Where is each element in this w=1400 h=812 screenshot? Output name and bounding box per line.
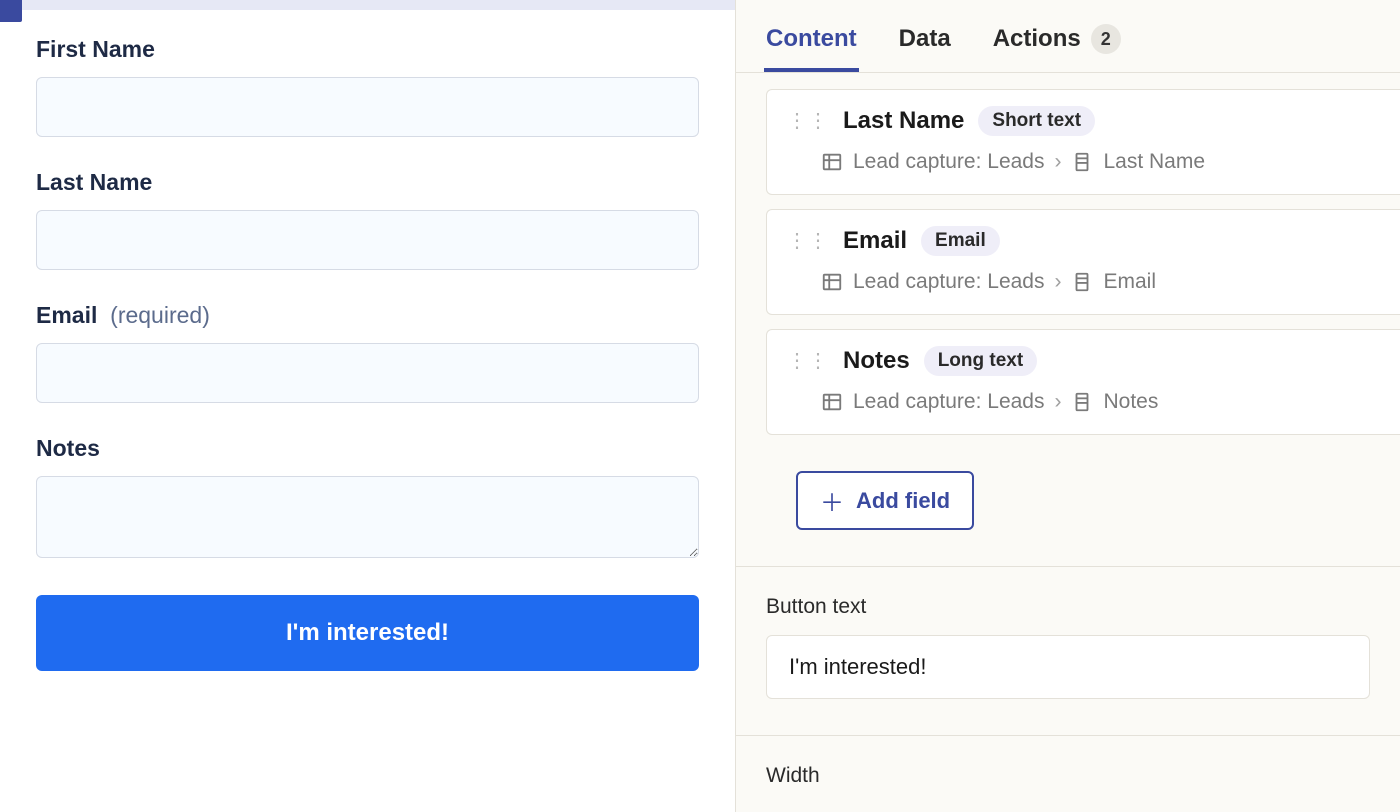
form-preview-pane: First Name Last Name Email (required) No… [0,0,735,812]
drag-handle-icon[interactable]: ⋮⋮ [787,356,829,366]
column-icon [1071,271,1093,293]
field-type-pill: Short text [978,106,1095,136]
card-source: Lead capture: Leads [853,150,1044,174]
card-title: Notes [843,347,910,375]
field-type-pill: Email [921,226,1000,256]
preview-topbar [0,0,735,10]
button-text-label: Button text [766,595,1370,619]
actions-count-badge: 2 [1091,24,1121,54]
field-card-last-name[interactable]: ⋮⋮ Last Name Short text Lead capture: Le… [766,89,1400,195]
first-name-input[interactable] [36,77,699,137]
card-source: Lead capture: Leads [853,270,1044,294]
card-title: Email [843,227,907,255]
config-pane: Content Data Actions 2 ⋮⋮ Last Name Shor… [735,0,1400,812]
chevron-right-icon: › [1054,390,1061,414]
table-icon [821,271,843,293]
chevron-right-icon: › [1054,150,1061,174]
field-label-email: Email (required) [36,302,699,329]
field-label-notes: Notes [36,435,699,462]
plus-icon: ＋ [820,483,844,518]
tab-actions[interactable]: Actions 2 [993,24,1121,72]
notes-textarea[interactable] [36,476,699,558]
column-icon [1071,151,1093,173]
preview-corner-badge [0,0,22,22]
card-title: Last Name [843,107,964,135]
table-icon [821,391,843,413]
field-card-notes[interactable]: ⋮⋮ Notes Long text Lead capture: Leads ›… [766,329,1400,435]
card-column: Notes [1103,390,1158,414]
submit-button[interactable]: I'm interested! [36,595,699,671]
tab-content[interactable]: Content [766,25,857,71]
button-text-input[interactable] [766,635,1370,699]
column-icon [1071,391,1093,413]
field-label-first-name: First Name [36,36,699,63]
drag-handle-icon[interactable]: ⋮⋮ [787,236,829,246]
add-field-button[interactable]: ＋ Add field [796,471,974,530]
table-icon [821,151,843,173]
drag-handle-icon[interactable]: ⋮⋮ [787,116,829,126]
field-cards-list: ⋮⋮ Last Name Short text Lead capture: Le… [736,73,1400,530]
email-input[interactable] [36,343,699,403]
card-column: Email [1103,270,1156,294]
tab-data[interactable]: Data [899,25,951,71]
card-column: Last Name [1103,150,1205,174]
last-name-input[interactable] [36,210,699,270]
field-label-last-name: Last Name [36,169,699,196]
tabs: Content Data Actions 2 [736,0,1400,73]
width-label: Width [766,764,1370,788]
chevron-right-icon: › [1054,270,1061,294]
card-source: Lead capture: Leads [853,390,1044,414]
field-type-pill: Long text [924,346,1038,376]
field-card-email[interactable]: ⋮⋮ Email Email Lead capture: Leads › Ema… [766,209,1400,315]
